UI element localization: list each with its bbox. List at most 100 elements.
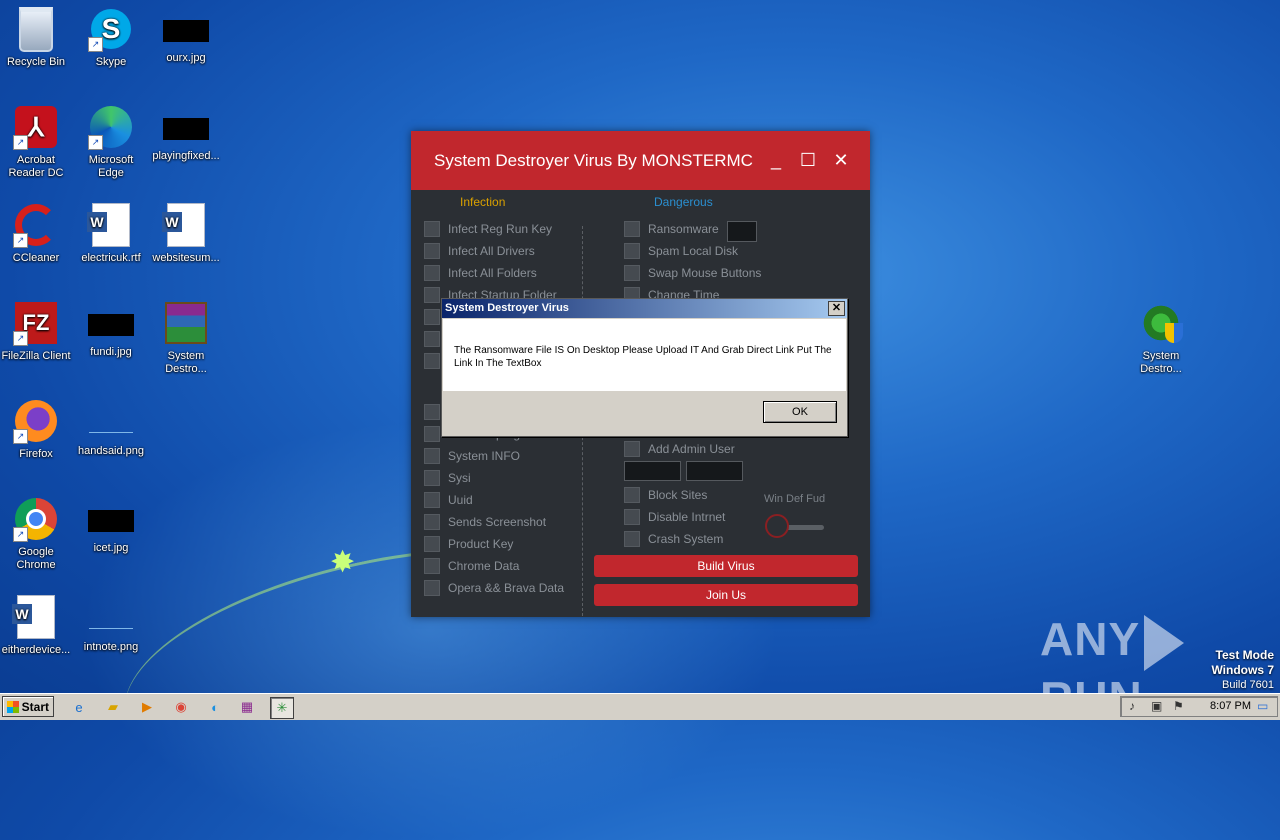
word-doc-icon [12, 594, 59, 640]
desktop-icon-eitherdevice[interactable]: eitherdevice... [0, 594, 72, 657]
build-virus-button[interactable]: Build Virus [594, 555, 858, 577]
action-center-flag-icon[interactable]: ⚑ [1173, 699, 1184, 713]
app-title: System Destroyer Virus By MONSTERMC [434, 151, 753, 170]
checkbox[interactable] [424, 331, 440, 347]
checkbox[interactable] [424, 536, 440, 552]
checkbox[interactable] [424, 309, 440, 325]
desktop-icon-recycle-bin[interactable]: Recycle Bin [0, 6, 72, 69]
join-us-button[interactable]: Join Us [594, 584, 858, 606]
dialog-close-button[interactable]: ✕ [828, 301, 845, 316]
desktop-icon-firefox[interactable]: ↗ Firefox [0, 398, 72, 461]
clock[interactable]: 8:07 PM [1210, 700, 1251, 712]
checkbox[interactable] [624, 265, 640, 281]
desktop-icon-label: ourx.jpg [166, 52, 206, 64]
checkbox[interactable] [424, 243, 440, 259]
checkbox[interactable] [424, 558, 440, 574]
option-spam-local-disk[interactable]: Spam Local Disk [624, 242, 738, 260]
option-label: Infect Reg Run Key [448, 222, 553, 236]
maximize-button[interactable]: ☐ [793, 145, 823, 175]
network-icon[interactable]: ▣ [1151, 699, 1162, 713]
close-button[interactable]: ✕ [826, 145, 856, 175]
desktop-icon-handsaid[interactable]: handsaid.png [75, 398, 147, 458]
desktop-icon-system-destroyer-exe[interactable]: System Destro... [1125, 300, 1197, 376]
checkbox[interactable] [624, 509, 640, 525]
option-label: Ransomware [648, 222, 719, 236]
desktop-icon-icet[interactable]: icet.jpg [75, 496, 147, 555]
checkbox[interactable] [424, 404, 440, 420]
option-infect-all-folders[interactable]: Infect All Folders [424, 264, 537, 282]
checkbox[interactable] [424, 580, 440, 596]
app-title-bar[interactable]: System Destroyer Virus By MONSTERMC _ ☐ … [411, 131, 870, 190]
dialog-title-bar[interactable]: System Destroyer Virus ✕ [442, 299, 847, 318]
desktop-icon-intnote[interactable]: intnote.png [75, 594, 147, 654]
win-def-fud-toggle[interactable] [765, 514, 789, 538]
section-infection: Infection [460, 195, 506, 209]
desktop-icon-ourx[interactable]: ourx.jpg [150, 6, 222, 65]
option-disable-intrnet[interactable]: Disable Intrnet [624, 508, 725, 526]
option-opera-brava-data[interactable]: Opera && Brava Data [424, 579, 564, 597]
desktop-icon-websitesum[interactable]: websitesum... [150, 202, 222, 265]
admin-username-textbox[interactable] [624, 461, 681, 481]
checkbox[interactable] [424, 353, 440, 369]
checkbox[interactable] [624, 441, 640, 457]
desktop-icon-filezilla[interactable]: FZ ↗ FileZilla Client [0, 300, 72, 363]
checkbox[interactable] [424, 492, 440, 508]
admin-password-textbox[interactable] [686, 461, 743, 481]
option-infect-all-drivers[interactable]: Infect All Drivers [424, 242, 535, 260]
show-desktop-icon[interactable]: ▭ [1257, 699, 1268, 713]
checkbox[interactable] [624, 531, 640, 547]
checkbox[interactable] [424, 221, 440, 237]
option-swap-mouse-buttons[interactable]: Swap Mouse Buttons [624, 264, 761, 282]
checkbox[interactable] [624, 487, 640, 503]
option-uuid[interactable]: Uuid [424, 491, 473, 509]
volume-icon[interactable]: ♪ [1129, 699, 1135, 713]
firefox-icon: ↗ [13, 398, 59, 444]
desktop-icon-chrome[interactable]: ↗ Google Chrome [0, 496, 72, 572]
system-destroyer-icon[interactable]: ✳ [270, 697, 294, 719]
desktop-icon-electricuk[interactable]: electricuk.rtf [75, 202, 147, 265]
desktop-icon-label: Microsoft Edge [88, 154, 134, 179]
checkbox[interactable] [624, 221, 640, 237]
option-crash-system[interactable]: Crash System [624, 530, 723, 548]
windows-logo-icon [7, 701, 19, 713]
dialog-ok-button[interactable]: OK [763, 401, 837, 423]
option-label: Add Admin User [648, 442, 735, 456]
checkbox[interactable] [424, 470, 440, 486]
desktop-icon-label: System Destro... [1140, 350, 1182, 375]
desktop-icon-label: playingfixed... [152, 150, 220, 162]
chrome-icon: ↗ [13, 496, 59, 542]
desktop-icon-ccleaner[interactable]: ↗ CCleaner [0, 202, 72, 265]
option-product-key[interactable]: Product Key [424, 535, 513, 553]
desktop-icon-fundi[interactable]: fundi.jpg [75, 300, 147, 359]
option-label: System INFO [448, 449, 521, 463]
desktop-icon-acrobat[interactable]: ⅄ ↗ Acrobat Reader DC [0, 104, 72, 180]
desktop-icon-system-destroyer-rar[interactable]: System Destro... [150, 300, 222, 376]
desktop-icon-skype[interactable]: S ↗ Skype [75, 6, 147, 69]
winrar-icon[interactable]: ▦ [236, 697, 258, 717]
checkbox[interactable] [424, 514, 440, 530]
ransomware-link-textbox[interactable] [727, 221, 757, 242]
checkbox[interactable] [424, 448, 440, 464]
chrome-icon[interactable]: ◉ [170, 697, 192, 717]
explorer-icon[interactable]: ▰ [102, 697, 124, 717]
checkbox[interactable] [424, 426, 440, 442]
edge-icon[interactable]: ◐ [204, 697, 226, 717]
checkbox[interactable] [424, 287, 440, 303]
option-ransomware[interactable]: Ransomware [624, 220, 719, 238]
option-system-info[interactable]: System INFO [424, 447, 520, 465]
media-player-icon[interactable]: ▶ [136, 697, 158, 717]
option-add-admin-user[interactable]: Add Admin User [624, 440, 735, 458]
dialog-message: The Ransomware File IS On Desktop Please… [454, 345, 832, 369]
desktop-icon-edge[interactable]: ↗ Microsoft Edge [75, 104, 147, 180]
option-chrome-data[interactable]: Chrome Data [424, 557, 519, 575]
checkbox[interactable] [624, 243, 640, 259]
option-block-sites[interactable]: Block Sites [624, 486, 707, 504]
desktop-icon-playingfixed[interactable]: playingfixed... [150, 104, 222, 163]
checkbox[interactable] [424, 265, 440, 281]
option-infect-reg-run-key[interactable]: Infect Reg Run Key [424, 220, 552, 238]
start-button[interactable]: Start [2, 696, 54, 717]
option-sysi[interactable]: Sysi [424, 469, 471, 487]
ie-icon[interactable]: e [68, 697, 90, 717]
minimize-button[interactable]: _ [761, 145, 791, 175]
option-sends-screenshot[interactable]: Sends Screenshot [424, 513, 546, 531]
